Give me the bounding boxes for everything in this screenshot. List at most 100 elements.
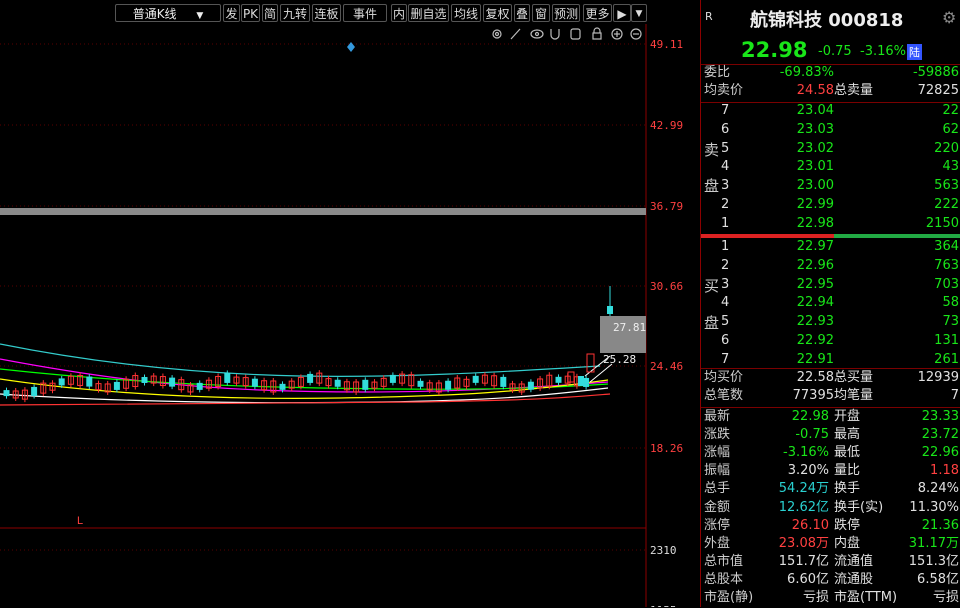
- chart-toolbar: 普通K线 ▼ 发 PK 简九转 连板 事件内删自选 均线 复权叠窗预测 更多 ▶ ▼: [0, 0, 700, 24]
- stat-value: 亏损: [932, 590, 959, 605]
- r-badge: R: [705, 10, 713, 23]
- toolbar-button-3[interactable]: 九转: [280, 4, 310, 22]
- settings-icon[interactable]: [492, 29, 502, 39]
- ask-row[interactable]: 6 23.03 62: [701, 121, 960, 140]
- toolbar-button-13[interactable]: 更多: [583, 4, 612, 22]
- ratio-row: 委比 -69.83% -59886: [701, 64, 960, 83]
- ask-row[interactable]: 4 23.01 43: [701, 158, 960, 177]
- pen-icon[interactable]: [510, 28, 521, 40]
- price: 23.00: [796, 178, 834, 194]
- bid-row[interactable]: 7 22.91 261: [701, 351, 960, 370]
- candle-body: [251, 378, 258, 387]
- toolbar-button-1[interactable]: PK: [241, 4, 260, 22]
- stat-row: 外盘 23.08万 内盘 31.17万: [701, 535, 960, 554]
- ask-row[interactable]: 1 22.98 2150: [701, 215, 960, 234]
- candle-body: [445, 380, 452, 390]
- toolbar-button-2[interactable]: 简: [262, 4, 278, 22]
- stat-row: 振幅 3.20% 量比 1.18: [701, 462, 960, 481]
- bid-row[interactable]: 2 22.96 763: [701, 257, 960, 276]
- price-change-pct: -3.16%: [860, 44, 906, 59]
- candle-body: [86, 376, 93, 387]
- price-axis-label: 18.26: [650, 442, 683, 455]
- ask-row[interactable]: 2 22.99 222: [701, 196, 960, 215]
- stat-value: 26.10: [791, 517, 829, 533]
- candle-body: [362, 379, 369, 390]
- candle-body: [500, 376, 507, 387]
- stat-value: 11.30%: [909, 499, 959, 515]
- market-badge: 陆: [907, 44, 922, 60]
- ask-row[interactable]: 3 23.00 563: [701, 177, 960, 196]
- price: 22.92: [796, 333, 834, 348]
- stat-label: 市盈(静): [704, 590, 754, 605]
- stat-value: 151.3亿: [908, 553, 959, 569]
- price: 22.96: [796, 257, 834, 273]
- toolbar-button-7[interactable]: 删自选: [408, 4, 449, 22]
- stat-label: 内盘: [834, 535, 861, 551]
- stat-row: 市盈(静) 亏损 市盈(TTM) 亏损: [701, 589, 960, 608]
- collapse-panel-button[interactable]: ▶: [613, 4, 631, 22]
- candle-body: [31, 386, 38, 396]
- toolbar-button-12[interactable]: 预测: [552, 4, 580, 22]
- stat-value: 21.36: [921, 517, 959, 533]
- toolbar-button-8[interactable]: 均线: [451, 4, 481, 22]
- stat-label: 最新: [704, 409, 731, 424]
- candle-body: [472, 375, 479, 383]
- candle-body: [141, 376, 148, 383]
- stat-value: 亏损: [802, 590, 829, 605]
- gear-icon[interactable]: ⚙: [942, 8, 956, 27]
- toolbar-button-5[interactable]: 事件: [343, 4, 387, 22]
- bid-row[interactable]: 4 22.94 58: [701, 294, 960, 313]
- toolbar-button-9[interactable]: 复权: [483, 4, 512, 22]
- toolbar-button-0[interactable]: 发: [223, 4, 240, 22]
- avg-buy-price: 22.58: [796, 370, 834, 385]
- trades-value: 77395: [792, 388, 834, 403]
- toolbar-dropdown-button[interactable]: ▼: [631, 4, 647, 22]
- last-price: 22.98: [741, 38, 808, 62]
- trades-label: 总笔数: [704, 388, 744, 403]
- price: 22.99: [796, 197, 834, 212]
- bid-row[interactable]: 3 22.95 703: [701, 276, 960, 295]
- stat-label: 涨幅: [704, 445, 731, 461]
- bid-row[interactable]: 5 22.93 73: [701, 313, 960, 332]
- volume: 22: [942, 103, 959, 118]
- hand-icon[interactable]: [570, 28, 581, 40]
- toolbar-button-4[interactable]: 连板: [312, 4, 341, 22]
- eye-icon[interactable]: [530, 29, 544, 39]
- toolbar-button-11[interactable]: 窗: [532, 4, 550, 22]
- total-sell-label: 总卖量: [834, 83, 874, 98]
- volume: 364: [934, 239, 959, 254]
- price-tag-high-label: 27.81: [613, 321, 646, 334]
- price: 22.98: [796, 215, 834, 231]
- total-buy-label: 总买量: [834, 370, 874, 385]
- volume: 62: [942, 121, 959, 137]
- avg-buy-row: 均买价 22.58 总买量 12939: [701, 369, 960, 388]
- candle-body: [307, 373, 314, 383]
- lock-icon[interactable]: [592, 27, 602, 40]
- toolbar-button-10[interactable]: 叠: [514, 4, 530, 22]
- ratio-label: 委比: [704, 65, 731, 80]
- avg-trade-qty: 7: [950, 388, 959, 403]
- ask-row[interactable]: 5 23.02 220: [701, 140, 960, 159]
- period-select-label: 普通K线: [132, 7, 177, 21]
- price: 22.93: [796, 314, 834, 330]
- magnet-icon[interactable]: [550, 29, 560, 40]
- zoom-out-icon[interactable]: [630, 28, 642, 40]
- toolbar-button-6[interactable]: 内: [391, 4, 407, 22]
- stat-label: 市盈(TTM): [834, 590, 898, 605]
- candle-body: [196, 382, 203, 390]
- kline-chart[interactable]: 27.81 25.28 L 49.11 42.99 36.79 30.66 24.46 1…: [0, 24, 700, 607]
- zoom-in-icon[interactable]: [611, 28, 623, 40]
- price: 22.97: [796, 239, 834, 254]
- stat-label: 开盘: [834, 409, 861, 424]
- price-change: -0.75: [818, 44, 852, 59]
- bid-row[interactable]: 1 22.97 364: [701, 238, 960, 257]
- ask-row[interactable]: 7 23.04 22: [701, 102, 960, 121]
- period-select[interactable]: 普通K线 ▼: [115, 4, 221, 22]
- bid-row[interactable]: 6 22.92 131: [701, 332, 960, 351]
- price-tag-low-label: 25.28: [603, 353, 636, 366]
- stat-value: 54.24万: [778, 481, 829, 497]
- avg-trade-label: 均笔量: [834, 388, 874, 403]
- volume: 58: [942, 295, 959, 311]
- price: 22.94: [796, 295, 834, 311]
- candle-body: [58, 378, 65, 386]
